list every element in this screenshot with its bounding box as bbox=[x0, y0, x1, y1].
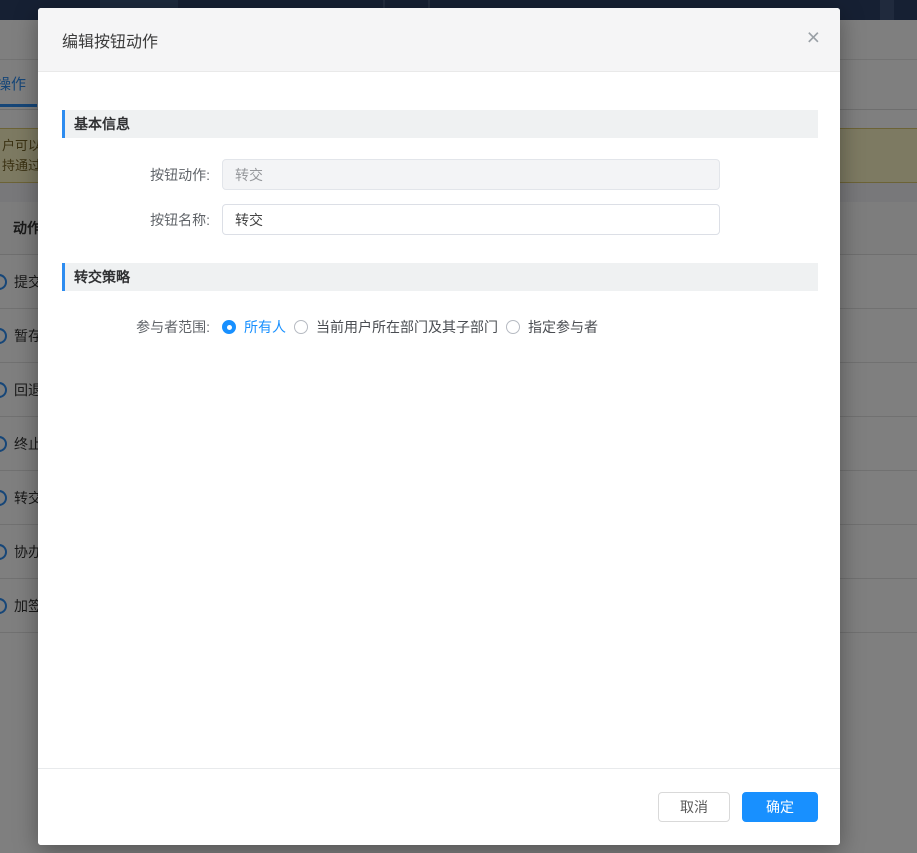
radio-option-current-department[interactable]: 当前用户所在部门及其子部门 bbox=[294, 317, 498, 337]
confirm-button[interactable]: 确定 bbox=[742, 792, 818, 822]
radio-label[interactable]: 当前用户所在部门及其子部门 bbox=[316, 317, 498, 337]
field-button-action: 按钮动作: bbox=[62, 159, 818, 190]
section-title: 转交策略 bbox=[74, 267, 130, 287]
button-action-label: 按钮动作: bbox=[62, 165, 210, 185]
radio-label[interactable]: 所有人 bbox=[244, 317, 286, 337]
radio-unchecked-icon[interactable] bbox=[506, 320, 520, 334]
section-title: 基本信息 bbox=[74, 114, 130, 134]
dialog-body: 基本信息 按钮动作: 按钮名称: 转交策略 参与者范围: 所有人 bbox=[38, 110, 840, 337]
cancel-button[interactable]: 取消 bbox=[658, 792, 730, 822]
field-button-name: 按钮名称: bbox=[62, 204, 818, 235]
radio-label[interactable]: 指定参与者 bbox=[528, 317, 598, 337]
section-basic-info: 基本信息 bbox=[62, 110, 818, 138]
screen: 操作 户可以 持通过 动作 提交 暂存 回退 终止 转交 协办 加签 编辑按钮动… bbox=[0, 0, 917, 853]
radio-option-designated-participants[interactable]: 指定参与者 bbox=[506, 317, 598, 337]
edit-button-action-dialog: 编辑按钮动作 × 基本信息 按钮动作: 按钮名称: 转交策略 参与者范围: bbox=[38, 8, 840, 845]
participant-scope-label: 参与者范围: bbox=[62, 317, 210, 337]
button-action-input bbox=[222, 159, 720, 190]
button-name-label: 按钮名称: bbox=[62, 210, 210, 230]
dialog-header: 编辑按钮动作 bbox=[38, 8, 840, 72]
close-icon[interactable]: × bbox=[807, 26, 820, 49]
participant-scope-radio-group: 所有人 当前用户所在部门及其子部门 指定参与者 bbox=[222, 317, 606, 337]
radio-checked-icon[interactable] bbox=[222, 320, 236, 334]
radio-option-everyone[interactable]: 所有人 bbox=[222, 317, 286, 337]
dialog-title: 编辑按钮动作 bbox=[62, 28, 158, 52]
radio-unchecked-icon[interactable] bbox=[294, 320, 308, 334]
section-transfer-strategy: 转交策略 bbox=[62, 263, 818, 291]
button-name-input[interactable] bbox=[222, 204, 720, 235]
dialog-footer: 取消 确定 bbox=[38, 768, 840, 845]
field-participant-scope: 参与者范围: 所有人 当前用户所在部门及其子部门 指定参与者 bbox=[62, 317, 818, 337]
